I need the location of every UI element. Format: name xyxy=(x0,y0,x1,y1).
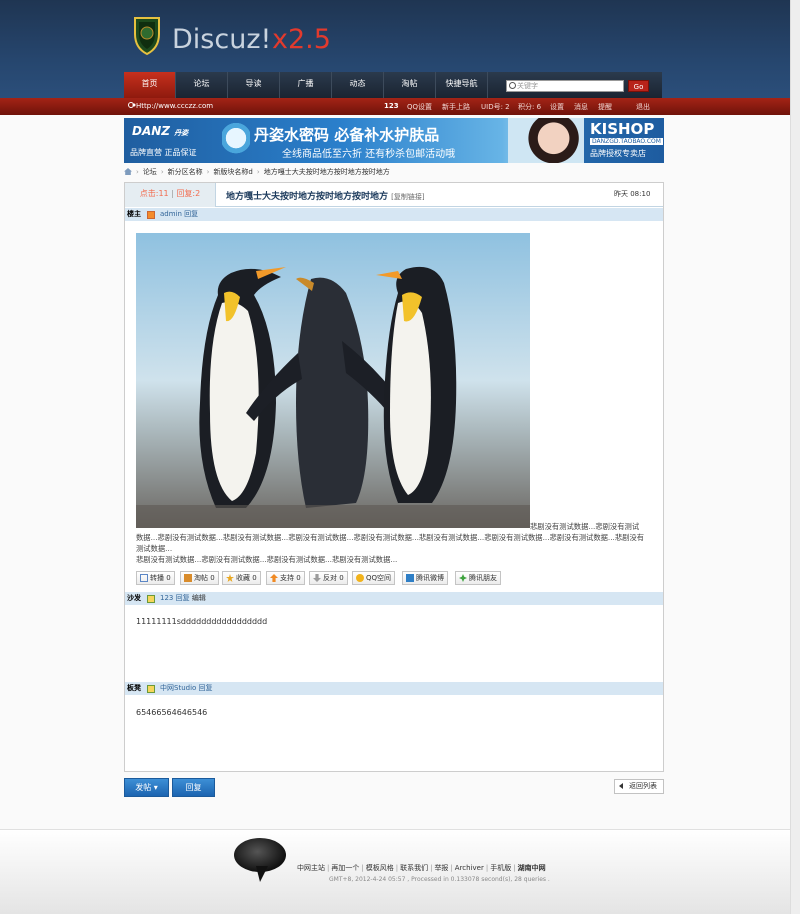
qzone-icon xyxy=(356,574,364,582)
breadcrumb-thread[interactable]: 地方嘎士大夫按时地方按时地方按时地方 xyxy=(264,168,390,176)
share-button[interactable]: 转播 0 xyxy=(136,571,175,585)
footer-link[interactable]: 联系我们 xyxy=(400,864,428,872)
search-icon xyxy=(509,82,516,89)
nav-item-guide[interactable]: 导读 xyxy=(228,72,280,98)
replies-count: 回复:2 xyxy=(176,189,201,198)
post-author[interactable]: 中网Studio 回复 xyxy=(160,682,213,695)
settings-link[interactable]: 设置 xyxy=(550,102,564,112)
messages-link[interactable]: 消息 xyxy=(574,102,588,112)
product-jar-image xyxy=(222,121,250,159)
collect-icon xyxy=(184,574,192,582)
logo-version: x2.5 xyxy=(272,24,331,55)
friends-icon xyxy=(459,574,467,582)
footer-link[interactable]: 再加一个 xyxy=(331,864,359,872)
post-header: 楼主 admin 回复 xyxy=(125,208,663,221)
nav-item-feed[interactable]: 动态 xyxy=(332,72,384,98)
oppose-button[interactable]: 反对 0 xyxy=(309,571,348,585)
floor-label: 沙发 xyxy=(127,594,141,602)
site-url-link[interactable]: Http://www.ccczz.com xyxy=(136,102,213,110)
breadcrumb-board[interactable]: 新版块名称d xyxy=(213,168,252,176)
home-icon[interactable] xyxy=(124,168,132,175)
footer-link[interactable]: 中网主站 xyxy=(297,864,325,872)
breadcrumb-forum[interactable]: 论坛 xyxy=(143,168,157,176)
model-face-image xyxy=(508,118,584,163)
banner-shop-site: DANZGD.TAOBAO.COM xyxy=(590,138,663,145)
banner-shop-name: KISHOP xyxy=(590,120,655,138)
link-icon xyxy=(128,102,136,108)
footer-link[interactable]: 模板风格 xyxy=(366,864,394,872)
banner-brand-tagline: 品牌直营 正品保证 xyxy=(130,148,197,157)
views-count: 点击:11 xyxy=(139,189,169,198)
banner-headline: 丹姿水密码 必备补水护肤品 xyxy=(254,126,440,144)
discuz-shield-logo[interactable] xyxy=(132,14,162,56)
user-bar xyxy=(0,98,800,115)
thumb-up-icon xyxy=(270,574,278,582)
user-icon xyxy=(147,211,155,219)
post-header: 沙发 123 回复 编辑 xyxy=(125,592,663,605)
floor-label: 板凳 xyxy=(127,684,141,692)
collect-button[interactable]: 淘帖 0 xyxy=(180,571,219,585)
logout-link[interactable]: 退出 xyxy=(636,102,650,112)
thread-stats: 点击:11 | 回复:2 xyxy=(125,183,216,207)
footer-link[interactable]: Archiver xyxy=(455,864,484,872)
copy-link[interactable]: [复制链接] xyxy=(391,193,424,201)
tencent-friends-button[interactable]: 腾讯朋友 xyxy=(455,571,501,585)
user-icon xyxy=(147,685,155,693)
notifications-link[interactable]: 提醒 xyxy=(598,102,612,112)
banner-shop-auth: 品牌授权专卖店 xyxy=(590,149,646,158)
chevron-down-icon: ▾ xyxy=(153,783,158,792)
search-input[interactable]: 关键字 xyxy=(506,80,624,92)
support-button[interactable]: 支持 0 xyxy=(266,571,305,585)
nav-item-forum[interactable]: 论坛 xyxy=(176,72,228,98)
post-author[interactable]: 123 回复 编辑 xyxy=(160,592,206,605)
tencent-weibo-button[interactable]: 腾讯微博 xyxy=(402,571,448,585)
post-header: 板凳 中网Studio 回复 xyxy=(125,682,663,695)
nav-item-broadcast[interactable]: 广播 xyxy=(280,72,332,98)
favorite-button[interactable]: 收藏 0 xyxy=(222,571,261,585)
nav-item-home[interactable]: 首页 xyxy=(124,72,176,98)
footer-link[interactable]: 手机版 xyxy=(490,864,511,872)
uid-link[interactable]: UID号: 2 xyxy=(481,102,510,112)
back-arrow-icon xyxy=(619,783,623,789)
breadcrumb: › 论坛 › 新分区名称 › 新版块名称d › 地方嘎士大夫按时地方按时地方按时地方 xyxy=(124,167,390,177)
logo-text[interactable]: Discuz! xyxy=(172,24,271,55)
scrollbar[interactable] xyxy=(790,0,800,914)
nav-item-collection[interactable]: 淘帖 xyxy=(384,72,436,98)
post-body: 11111111sddddddddddddddddd xyxy=(136,617,268,626)
username-link[interactable]: 123 xyxy=(384,102,399,110)
user-icon xyxy=(147,595,155,603)
star-icon xyxy=(226,574,234,582)
thread-time: 昨天 08:10 xyxy=(614,190,651,198)
new-post-button[interactable]: 发帖 ▾ xyxy=(124,778,169,797)
post-author[interactable]: admin 回复 xyxy=(160,208,198,221)
newbie-link[interactable]: 新手上路 xyxy=(442,102,470,112)
post-body: 悲剧没有测试数据...悲剧没有测试 数据...悲剧没有测试数据...悲剧没有测试… xyxy=(136,522,645,564)
thumb-down-icon xyxy=(313,574,321,582)
footer-brand-link[interactable]: 湖南中网 xyxy=(518,864,546,872)
penguins-image[interactable] xyxy=(136,233,530,528)
reply-button[interactable]: 回复 xyxy=(172,778,215,797)
qzone-button[interactable]: QQ空间 xyxy=(352,571,396,585)
post-body: 65466564646546 xyxy=(136,708,208,717)
breadcrumb-category[interactable]: 新分区名称 xyxy=(168,168,203,176)
nav-item-quick-nav[interactable]: 快捷导航 xyxy=(436,72,488,98)
footer-link[interactable]: 举报 xyxy=(434,864,448,872)
footer-links: 中网主站 | 再加一个 | 模板风格 | 联系我们 | 举报 | Archiver | 手机版 | 湖南中网 xyxy=(297,864,546,872)
share-icon xyxy=(140,574,148,582)
chat-bubble-tail xyxy=(256,866,268,882)
search-button[interactable]: Go xyxy=(628,80,649,92)
banner-subline: 全线商品低至六折 还有秒杀包邮活动哦 xyxy=(282,149,456,160)
qq-settings-link[interactable]: QQ设置 xyxy=(407,102,432,112)
weibo-icon xyxy=(406,574,414,582)
thread-title: 地方嘎士大夫按时地方按时地方按时地方 [复制链接] xyxy=(226,192,425,202)
floor-label: 楼主 xyxy=(127,210,141,218)
credits-link[interactable]: 积分: 6 xyxy=(518,102,541,112)
footer-meta: GMT+8, 2012-4-24 05:57 , Processed in 0.… xyxy=(329,876,550,883)
banner-brand: DANZ 丹姿 xyxy=(132,124,189,138)
